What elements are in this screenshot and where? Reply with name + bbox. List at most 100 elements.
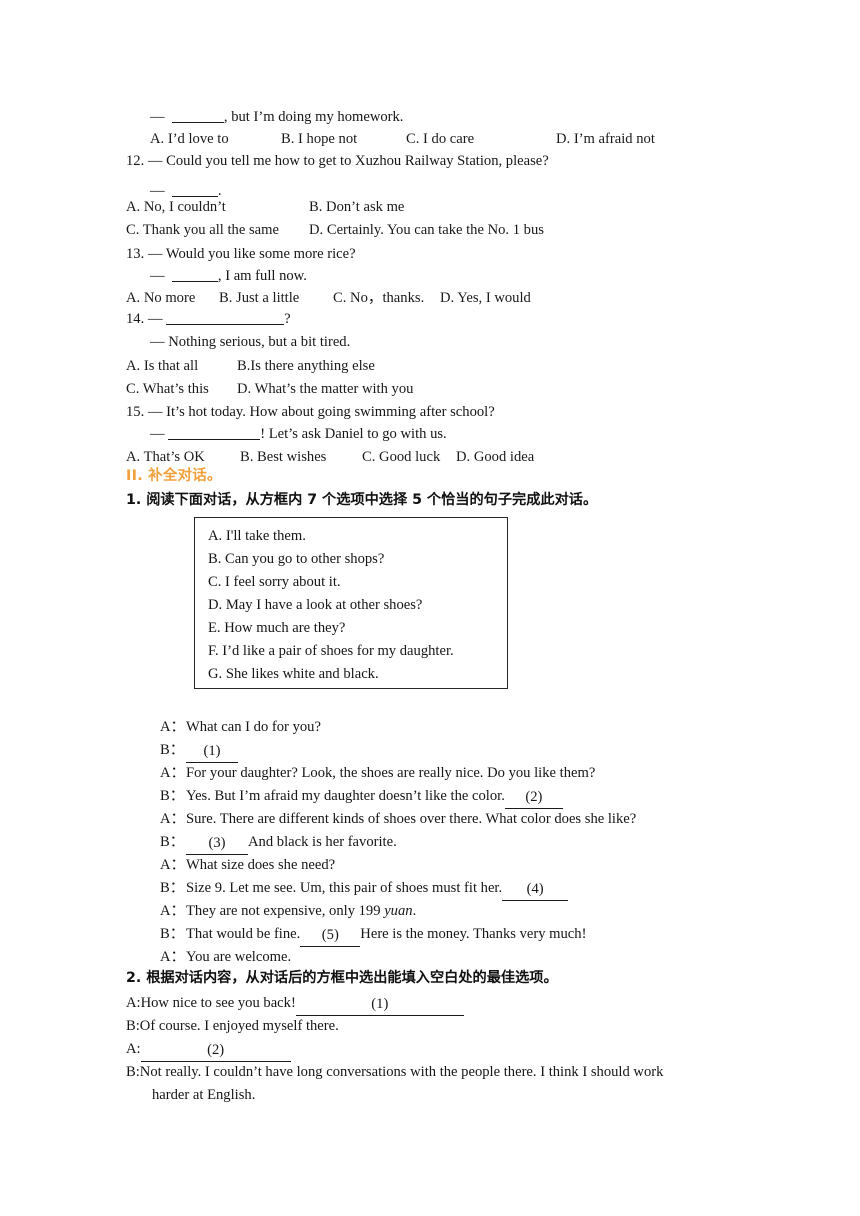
- q13-option-c: C. No，thanks.: [333, 290, 425, 306]
- task-1-heading: 1. 阅读下面对话，从方框内 7 个选项中选择 5 个恰当的句子完成此对话。: [126, 492, 598, 508]
- q15-reply-prefix: —: [150, 426, 169, 442]
- question-12-stem: 12. — Could you tell me how to get to Xu…: [126, 153, 549, 169]
- q15-option-a: A. That’s OK: [126, 449, 205, 465]
- option-box-item-c: C. I feel sorry about it.: [208, 574, 341, 590]
- q13-option-a: A. No more: [126, 290, 196, 306]
- q15-option-b: B. Best wishes: [240, 449, 327, 465]
- dialogue1-text-3: For your daughter? Look, the shoes are r…: [186, 765, 596, 781]
- dialogue1-text-4: Yes. But I’m afraid my daughter doesn’t …: [186, 788, 505, 804]
- speaker-label: A：: [160, 765, 186, 781]
- q12-option-c: C. Thank you all the same: [126, 222, 279, 238]
- speaker-label: A：: [160, 903, 186, 919]
- option-box-item-e: E. How much are they?: [208, 620, 346, 636]
- dialogue2-line-4-wrap: harder at English.: [152, 1087, 256, 1103]
- q13-option-d: D. Yes, I would: [440, 290, 531, 306]
- q15-option-c: C. Good luck: [362, 449, 441, 465]
- question-14-reply: — Nothing serious, but a bit tired.: [150, 334, 351, 350]
- dialogue2-line-3: A: (2): [126, 1038, 291, 1062]
- option-box-item-g: G. She likes white and black.: [208, 666, 379, 682]
- q11-option-d: D. I’m afraid not: [556, 131, 655, 147]
- dialogue1-text-9-tail: .: [412, 903, 417, 919]
- option-box-item-a: A. I'll take them.: [208, 528, 306, 544]
- q11-reply-suffix: , but I’m doing my homework.: [223, 109, 404, 125]
- q11-option-a: A. I’d love to: [150, 131, 229, 147]
- dialogue1-blank-3: (3): [186, 832, 248, 855]
- dialogue1-line-4: B： Yes. But I’m afraid my daughter doesn’…: [160, 785, 563, 809]
- speaker-label: B：: [160, 742, 185, 758]
- dialogue1-text-5: Sure. There are different kinds of shoes…: [186, 811, 637, 827]
- dialogue1-line-11: A：You are welcome.: [160, 946, 291, 968]
- speaker-label: A：: [160, 811, 186, 827]
- question-13-reply-line: — , I am full now.: [150, 265, 307, 287]
- option-box-item-f: F. I’d like a pair of shoes for my daugh…: [208, 643, 454, 659]
- q14-option-d: D. What’s the matter with you: [237, 381, 414, 397]
- dialogue2-text-4: Not really. I couldn’t have long convers…: [139, 1064, 664, 1080]
- q15-option-d: D. Good idea: [456, 449, 535, 465]
- dialogue1-text-9: They are not expensive, only 199: [186, 903, 385, 919]
- q12-option-d: D. Certainly. You can take the No. 1 bus: [309, 222, 544, 238]
- dialogue2-text-2: Of course. I enjoyed myself there.: [139, 1018, 339, 1034]
- dialogue1-line-9: A：They are not expensive, only 199 yuan.: [160, 900, 416, 922]
- dialogue1-text-11: You are welcome.: [186, 949, 292, 965]
- q12-option-b: B. Don’t ask me: [309, 199, 405, 215]
- dialogue1-line-5: A：Sure. There are different kinds of sho…: [160, 808, 636, 830]
- speaker-label: B：: [160, 834, 185, 850]
- speaker-label: A：: [160, 719, 186, 735]
- question-11-reply-line: — , but I’m doing my homework.: [150, 106, 403, 128]
- speaker-label: A：: [160, 949, 186, 965]
- option-box-item-d: D. May I have a look at other shoes?: [208, 597, 423, 613]
- dialogue1-line-2: B： (1): [160, 739, 238, 763]
- question-13-stem: 13. — Would you like some more rice?: [126, 246, 356, 262]
- dialogue1-line-7: A：What size does she need?: [160, 854, 335, 876]
- q11-blank: [171, 122, 224, 123]
- question-14-stem: 14. — ?: [126, 308, 291, 330]
- q15-blank: [168, 439, 261, 440]
- dialogue1-line-3: A：For your daughter? Look, the shoes are…: [160, 762, 595, 784]
- q11-reply-prefix: —: [150, 109, 172, 125]
- q14-stem-prefix: 14. —: [126, 311, 167, 327]
- speaker-label: B：: [160, 788, 185, 804]
- q14-blank: [166, 324, 285, 325]
- dialogue1-line-6: B： (3) And black is her favorite.: [160, 831, 397, 855]
- q12-option-a: A. No, I couldn’t: [126, 199, 226, 215]
- dialogue1-blank-5: (5): [300, 924, 361, 947]
- q11-option-b: B. I hope not: [281, 131, 358, 147]
- dialogue2-blank-2: (2): [140, 1039, 291, 1062]
- dialogue1-text-7: What size does she need?: [186, 857, 336, 873]
- dialogue2-line-4: B:Not really. I couldn’t have long conve…: [126, 1061, 663, 1083]
- q13-blank: [171, 281, 218, 282]
- speaker-label: B:: [126, 1018, 140, 1034]
- dialogue1-blank-1: (1): [186, 740, 238, 763]
- option-box-item-b: B. Can you go to other shops?: [208, 551, 385, 567]
- question-15-stem: 15. — It’s hot today. How about going sw…: [126, 404, 495, 420]
- task-2-heading: 2. 根据对话内容，从对话后的方框中选出能填入空白处的最佳选项。: [126, 970, 558, 986]
- q15-reply-suffix: ! Let’s ask Daniel to go with us.: [260, 426, 447, 442]
- dialogue1-blank-4: (4): [502, 878, 569, 901]
- dialogue1-line-8: B： Size 9. Let me see. Um, this pair of s…: [160, 877, 569, 901]
- q13-reply-prefix: —: [150, 268, 172, 284]
- speaker-label: B:: [126, 1064, 140, 1080]
- speaker-label: A：: [160, 857, 186, 873]
- dialogue1-blank-2: (2): [504, 786, 563, 809]
- q11-option-c: C. I do care: [406, 131, 475, 147]
- q14-stem-suffix: ?: [284, 311, 291, 327]
- dialogue1-text-10-tail: Here is the money. Thanks very much!: [360, 926, 587, 942]
- question-15-reply-line: — ! Let’s ask Daniel to go with us.: [150, 423, 447, 445]
- dialogue1-line-10: B： That would be fine. (5) Here is the mone…: [160, 923, 586, 947]
- dialogue1-text-10: That would be fine.: [186, 926, 301, 942]
- q14-option-b: B.Is there anything else: [237, 358, 375, 374]
- dialogue2-line-1: A:How nice to see you back! (1): [126, 992, 464, 1016]
- dialogue1-currency-word: yuan: [384, 903, 413, 919]
- q13-option-b: B. Just a little: [219, 290, 300, 306]
- q14-option-c: C. What’s this: [126, 381, 209, 397]
- dialogue1-text-1: What can I do for you?: [186, 719, 321, 735]
- speaker-label: B：: [160, 926, 185, 942]
- q14-option-a: A. Is that all: [126, 358, 199, 374]
- dialogue2-line-2: B:Of course. I enjoyed myself there.: [126, 1015, 339, 1037]
- dialogue2-text-1: How nice to see you back!: [140, 995, 296, 1011]
- dialogue1-text-6: And black is her favorite.: [248, 834, 397, 850]
- speaker-label: B：: [160, 880, 185, 896]
- q13-reply-suffix: , I am full now.: [217, 268, 307, 284]
- dialogue2-blank-1: (1): [295, 993, 464, 1016]
- dialogue1-line-1: A：What can I do for you?: [160, 716, 321, 738]
